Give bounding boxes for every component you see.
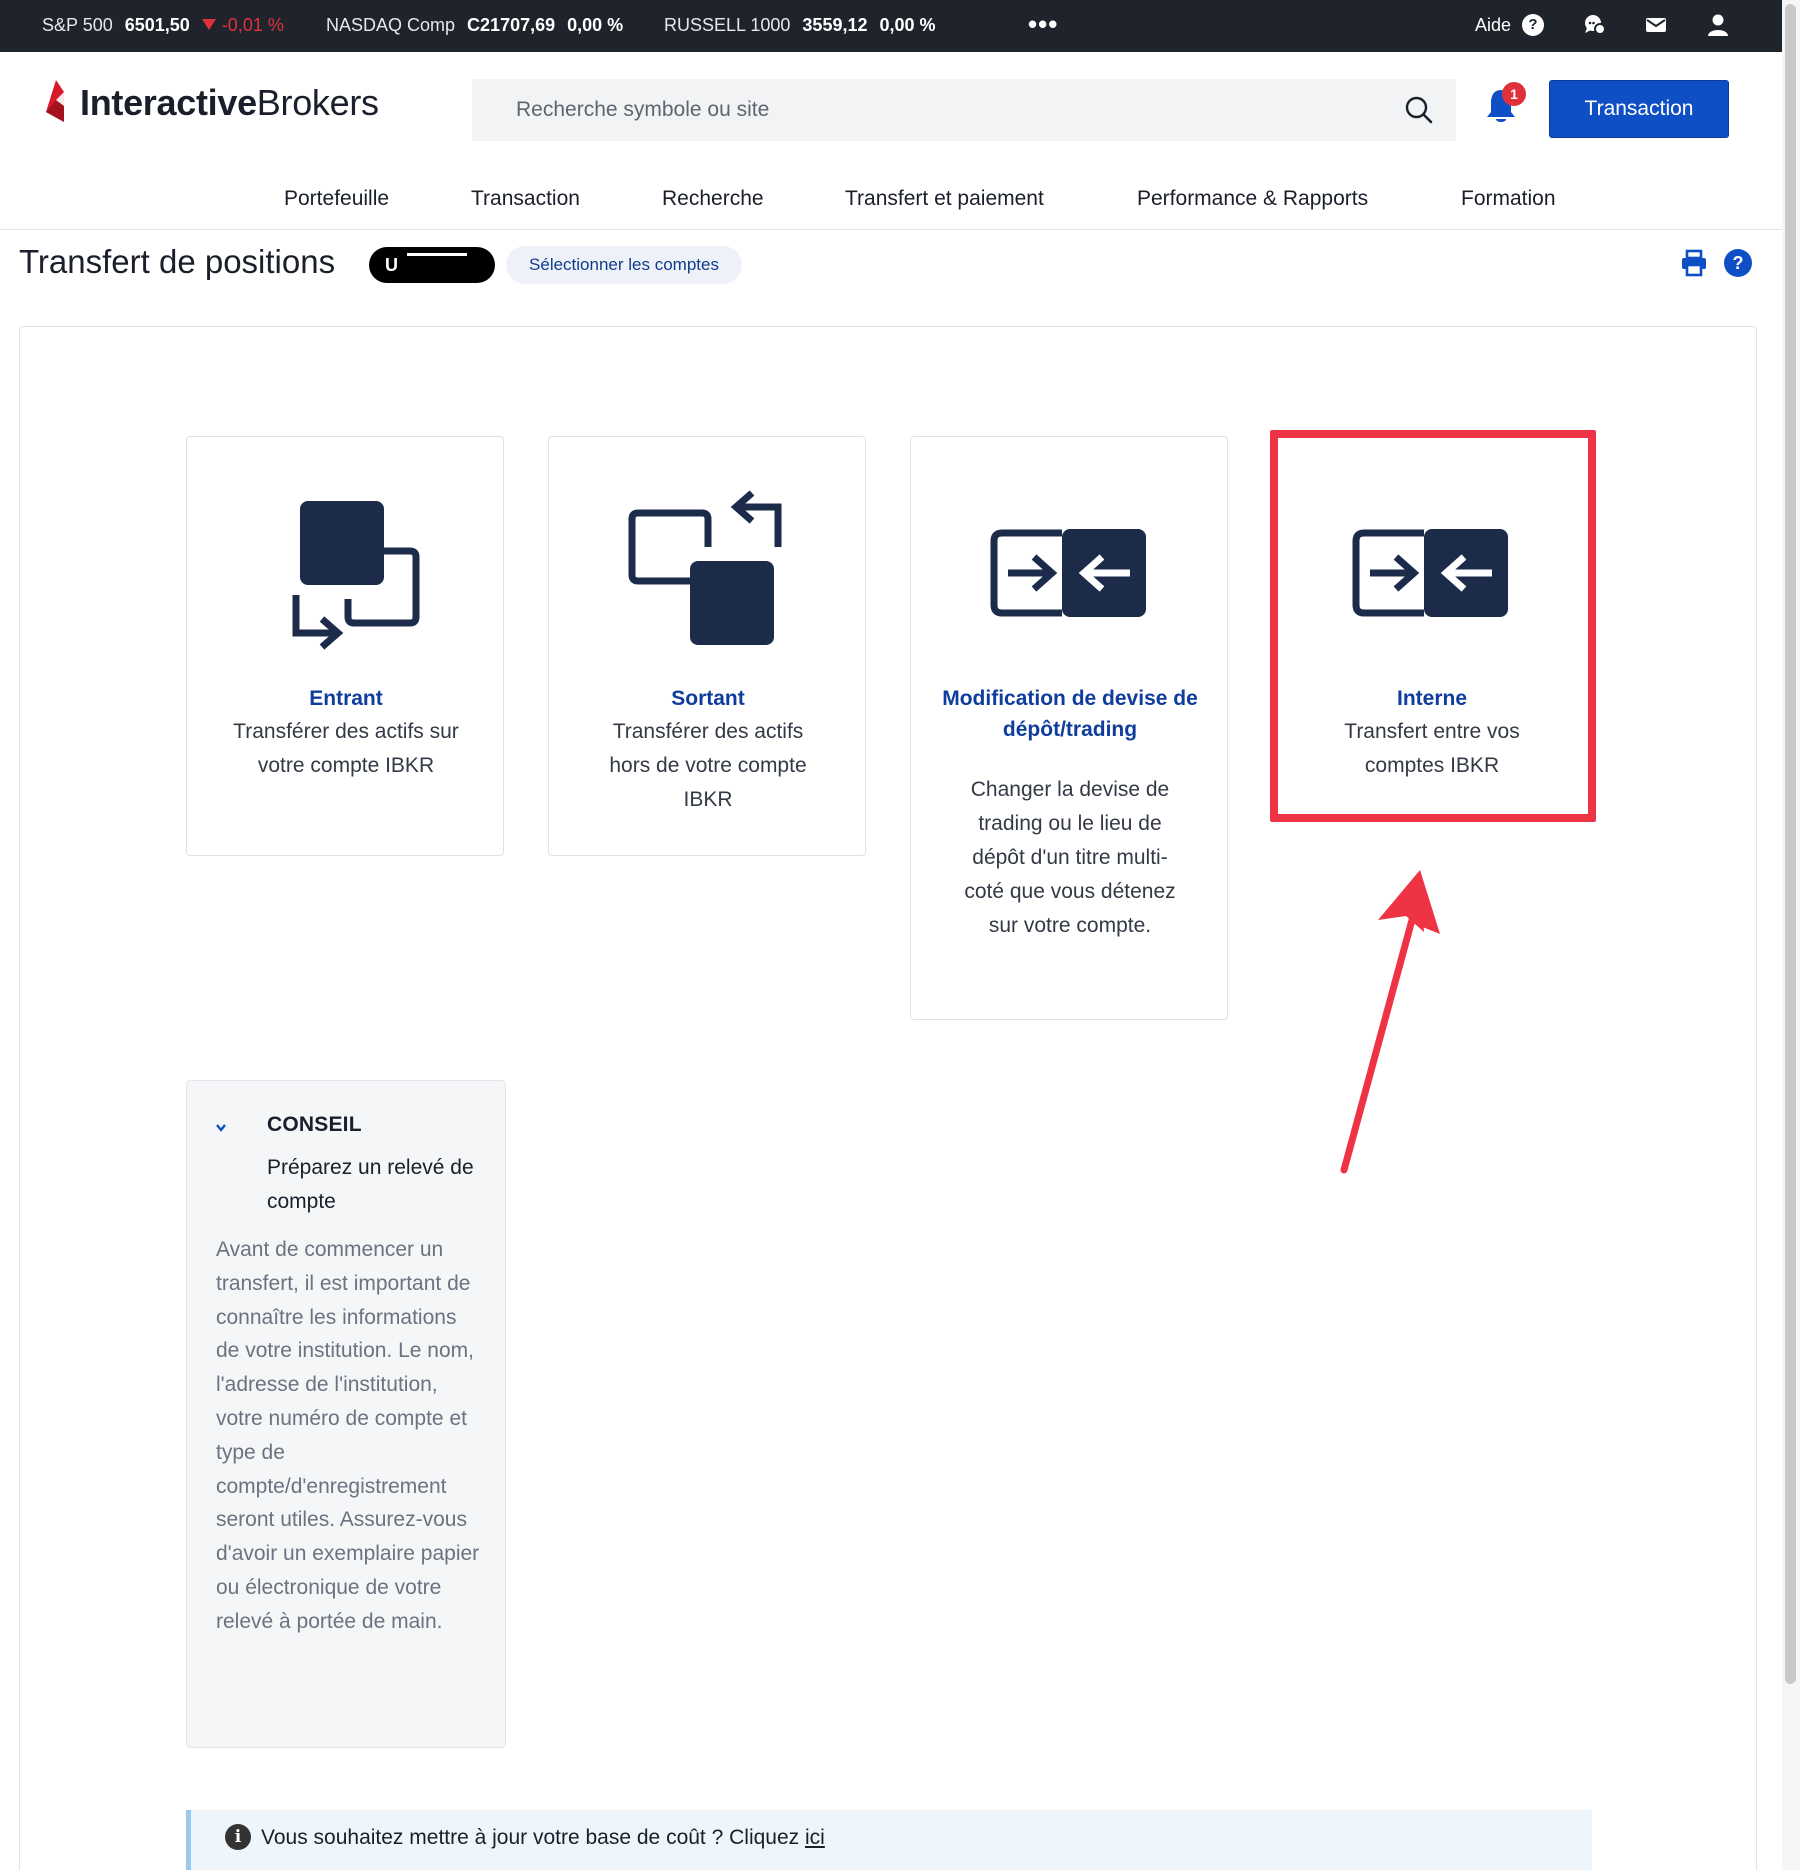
ticker-value: 3559,12 xyxy=(802,15,868,35)
tip-subheading: Préparez un relevé de compte xyxy=(267,1156,474,1213)
card-title: Modification de devise de dépôt/trading xyxy=(942,687,1198,741)
exchange-arrows-icon xyxy=(990,529,1146,617)
site-header: InteractiveBrokers 1 Transaction Portefe… xyxy=(0,52,1782,230)
card-description: Transférer des actifs sur votre compte I… xyxy=(233,720,459,777)
trade-button[interactable]: Transaction xyxy=(1549,80,1729,138)
incoming-transfer-icon xyxy=(292,501,420,650)
annotation-arrow-icon xyxy=(1340,870,1440,1174)
search-icon[interactable] xyxy=(1404,95,1434,125)
account-selector-pill[interactable]: U xyxy=(369,247,495,283)
search-box[interactable] xyxy=(472,79,1456,141)
chevron-down-icon[interactable] xyxy=(215,1121,227,1133)
market-ticker-bar: S&P 500 6501,50 -0,01 % NASDAQ Comp C21707,… xyxy=(0,0,1782,52)
more-tickers-button[interactable]: ••• xyxy=(1028,11,1058,37)
ib-logo-mark-icon xyxy=(46,80,64,122)
card-title: Sortant xyxy=(671,687,745,710)
ticker-change: -0,01 % xyxy=(221,15,284,35)
ticker-name: S&P 500 xyxy=(42,15,113,35)
ib-logo[interactable]: InteractiveBrokers xyxy=(42,78,379,128)
ticker-change: 0,00 % xyxy=(879,15,936,35)
ticker-name: RUSSELL 1000 xyxy=(664,15,791,35)
tip-box: CONSEIL Préparez un relevé de compte Ava… xyxy=(186,1080,506,1748)
cost-basis-link[interactable]: ici xyxy=(805,1826,825,1849)
help-circle-icon[interactable]: ? xyxy=(1522,14,1544,36)
scrollbar-thumb[interactable] xyxy=(1785,4,1796,1684)
card-title: Interne xyxy=(1396,687,1467,710)
card-title: Entrant xyxy=(309,687,383,710)
tip-body: Avant de commencer un transfert, il est … xyxy=(216,1238,480,1633)
search-input[interactable] xyxy=(472,79,1372,141)
card-description: Transfert entre vos comptes IBKR xyxy=(1344,720,1520,777)
exchange-arrows-icon xyxy=(1352,529,1508,617)
ticker-change: 0,00 % xyxy=(567,15,624,35)
user-icon[interactable] xyxy=(1705,12,1731,38)
down-triangle-icon xyxy=(201,18,216,30)
redacted-account-bar xyxy=(407,253,467,256)
main-navigation: Portefeuille Transaction Recherche Trans… xyxy=(0,170,1782,228)
mail-icon[interactable] xyxy=(1643,12,1669,38)
ticker-value: C21707,69 xyxy=(467,15,556,35)
card-incoming-transfer[interactable]: Entrant Transférer des actifs sur votre … xyxy=(186,436,504,856)
info-icon: i xyxy=(225,1824,251,1850)
page-title: Transfert de positions xyxy=(19,243,336,280)
chat-icon[interactable] xyxy=(1582,12,1608,38)
nav-item-portefeuille[interactable]: Portefeuille xyxy=(284,170,389,228)
logo-text-interactive: Interactive xyxy=(80,82,257,123)
card-description: Changer la devise de trading ou le lieu … xyxy=(964,778,1176,937)
cost-basis-info-banner: i Vous souhaitez mettre à jour votre bas… xyxy=(186,1810,1592,1870)
help-link[interactable]: Aide xyxy=(1475,0,1511,52)
ticker-value: 6501,50 xyxy=(124,15,190,35)
ticker-russell[interactable]: RUSSELL 1000 3559,12 0,00 % xyxy=(664,0,936,52)
page-help-icon[interactable]: ? xyxy=(1724,249,1752,277)
nav-item-formation[interactable]: Formation xyxy=(1461,170,1556,228)
print-icon[interactable] xyxy=(1680,249,1708,277)
account-prefix: U xyxy=(385,255,398,275)
ticker-sp500[interactable]: S&P 500 6501,50 -0,01 % xyxy=(42,0,284,52)
card-internal-transfer[interactable]: Interne Transfert entre vos comptes IBKR xyxy=(1272,436,1590,818)
info-message: Vous souhaitez mettre à jour votre base … xyxy=(261,1826,805,1849)
notifications-badge: 1 xyxy=(1502,82,1526,106)
outgoing-transfer-icon xyxy=(628,491,782,645)
select-accounts-button[interactable]: Sélectionner les comptes xyxy=(506,246,742,284)
card-currency-modification[interactable]: Modification de devise de dépôt/trading … xyxy=(910,436,1228,1020)
card-outgoing-transfer[interactable]: Sortant Transférer des actifs hors de vo… xyxy=(548,436,866,856)
nav-item-performance-rapports[interactable]: Performance & Rapports xyxy=(1137,170,1368,228)
nav-item-transaction[interactable]: Transaction xyxy=(471,170,580,228)
tip-heading: CONSEIL xyxy=(267,1113,362,1136)
logo-text-brokers: Brokers xyxy=(256,82,379,123)
nav-item-recherche[interactable]: Recherche xyxy=(662,170,764,228)
ticker-name: NASDAQ Comp xyxy=(326,15,456,35)
nav-item-transfert-paiement[interactable]: Transfert et paiement xyxy=(845,170,1044,228)
card-description: Transférer des actifs hors de votre comp… xyxy=(609,720,807,811)
ticker-nasdaq[interactable]: NASDAQ Comp C21707,69 0,00 % xyxy=(326,0,623,52)
